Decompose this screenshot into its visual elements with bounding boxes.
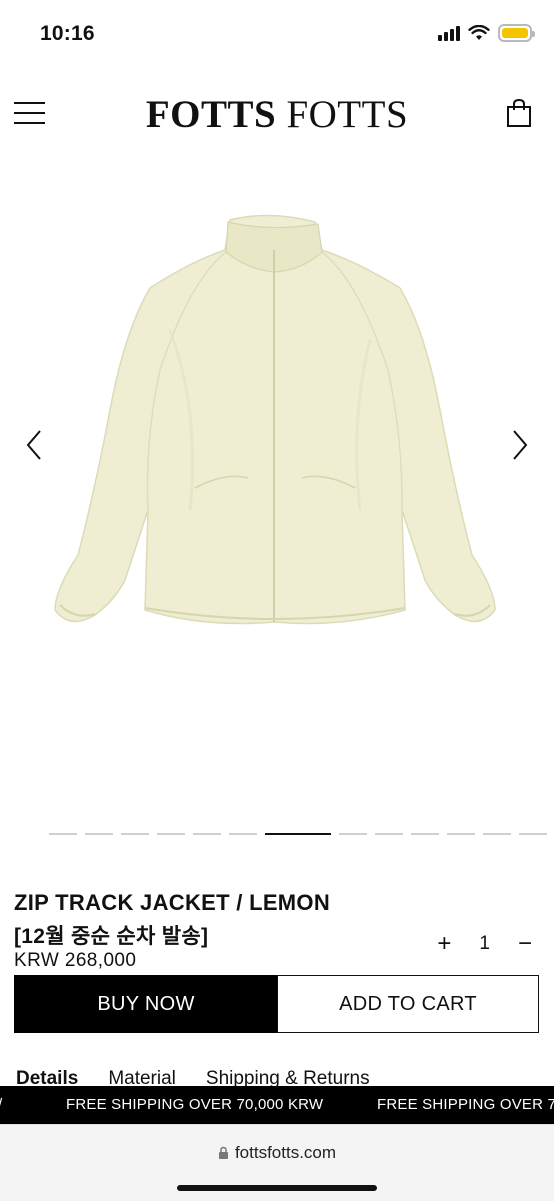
add-to-cart-button[interactable]: ADD TO CART: [277, 975, 539, 1033]
chevron-right-icon[interactable]: [504, 425, 534, 465]
product-image: [54, 214, 496, 625]
logo-regular: FOTTS: [286, 93, 409, 136]
pagination-dot[interactable]: [483, 833, 511, 835]
pagination-dot[interactable]: [265, 833, 331, 835]
banner-message: FREE SHIPPING OVER 70,000 KRW: [66, 1096, 324, 1113]
product-tabs: Details Material Shipping & Returns: [16, 1068, 370, 1088]
shipping-banner: / FREE SHIPPING OVER 70,000 KRW FREE SHI…: [0, 1086, 554, 1124]
status-icons: [438, 24, 535, 42]
pagination-dot[interactable]: [411, 833, 439, 835]
lock-icon: [218, 1146, 228, 1159]
battery-icon: [498, 24, 535, 42]
quantity-value: 1: [479, 933, 490, 954]
home-indicator[interactable]: [177, 1185, 377, 1191]
pagination-dot[interactable]: [49, 833, 77, 835]
gallery-pagination[interactable]: [49, 833, 547, 835]
shopping-bag-icon[interactable]: [506, 98, 532, 128]
pagination-dot[interactable]: [339, 833, 367, 835]
wifi-icon: [468, 25, 490, 40]
brand-logo[interactable]: FOTTS FOTTS: [0, 92, 554, 137]
pagination-dot[interactable]: [193, 833, 221, 835]
product-shipping-note: [12월 중순 순차 발송]: [14, 925, 209, 948]
product-title: ZIP TRACK JACKET / LEMON: [14, 890, 331, 915]
banner-message-repeat: FREE SHIPPING OVER 70: [377, 1096, 554, 1113]
status-time: 10:16: [40, 22, 95, 45]
product-price: KRW 268,000: [14, 950, 137, 971]
pagination-dot[interactable]: [121, 833, 149, 835]
pagination-dot[interactable]: [157, 833, 185, 835]
url-text: fottsfotts.com: [234, 1143, 337, 1162]
quantity-stepper: + 1 −: [437, 930, 532, 958]
logo-bold: FOTTS: [145, 93, 277, 136]
site-header: FOTTS FOTTS: [0, 90, 554, 140]
product-gallery[interactable]: [0, 170, 554, 810]
pagination-dot[interactable]: [85, 833, 113, 835]
banner-fragment: /: [0, 1096, 2, 1113]
buy-now-button[interactable]: BUY NOW: [14, 975, 278, 1033]
plus-icon[interactable]: +: [437, 930, 451, 958]
tab-material[interactable]: Material: [108, 1068, 176, 1088]
url-display[interactable]: fottsfotts.com: [0, 1143, 554, 1163]
signal-icon: [438, 25, 460, 41]
pagination-dot[interactable]: [375, 833, 403, 835]
pagination-dot[interactable]: [447, 833, 475, 835]
tab-shipping-returns[interactable]: Shipping & Returns: [206, 1068, 370, 1088]
pagination-dot[interactable]: [519, 833, 547, 835]
tab-details[interactable]: Details: [16, 1068, 78, 1088]
minus-icon[interactable]: −: [518, 930, 532, 958]
browser-address-bar[interactable]: fottsfotts.com: [0, 1124, 554, 1201]
pagination-dot[interactable]: [229, 833, 257, 835]
status-bar: 10:16: [0, 0, 554, 68]
